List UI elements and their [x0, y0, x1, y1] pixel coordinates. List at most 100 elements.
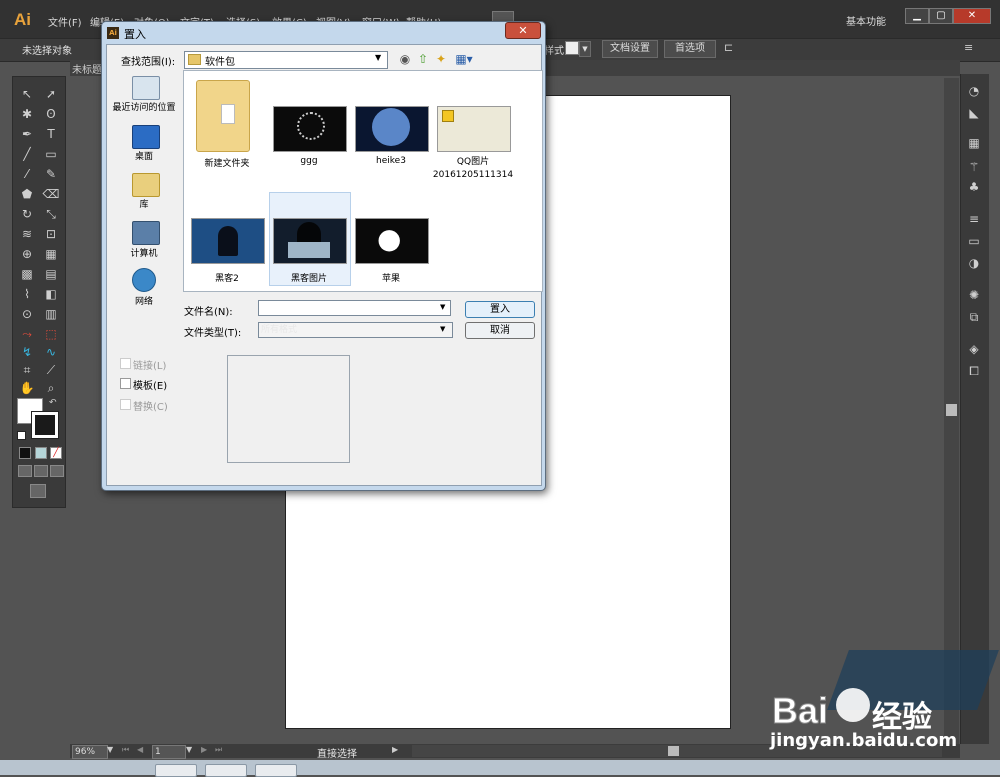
maximize-button[interactable]: ▢ [929, 8, 953, 24]
artboard-tool-icon[interactable]: ⌗ [18, 362, 36, 378]
type-tool-icon[interactable]: T [42, 126, 60, 142]
symbols-icon[interactable]: ♣ [965, 180, 983, 194]
knife-tool-icon[interactable]: ⟋ [42, 362, 60, 378]
color-panel-icon[interactable]: ◣ [965, 106, 983, 120]
color-guide-icon[interactable]: ◔ [965, 84, 983, 98]
taskbar-button[interactable] [155, 764, 197, 777]
slice-tool-icon[interactable]: ↯ [18, 344, 36, 360]
free-transform-tool-icon[interactable]: ⊡ [42, 226, 60, 242]
zoom-dropdown-icon[interactable]: ▼ [107, 745, 113, 754]
stroke-color-swatch[interactable] [31, 411, 59, 439]
vertical-scroll-thumb[interactable] [946, 404, 957, 416]
libraries-icon[interactable] [132, 173, 160, 197]
swap-colors-icon[interactable]: ↶ [49, 398, 57, 408]
eraser-tool-icon[interactable]: ⌫ [42, 186, 60, 202]
workspace-switcher[interactable]: 基本功能 [846, 13, 886, 28]
stroke-panel-icon[interactable]: ≡ [965, 212, 983, 226]
direct-selection-tool-icon[interactable]: ➚ [42, 86, 60, 102]
chevron-down-icon[interactable]: ▼ [375, 53, 381, 62]
shape-builder-tool-icon[interactable]: ⊕ [18, 246, 36, 262]
file-name-input[interactable] [258, 300, 451, 316]
perspective-grid-tool-icon[interactable]: ▦ [42, 246, 60, 262]
appearance-icon[interactable]: ✺ [965, 288, 983, 302]
file-item[interactable]: QQ图片 20161205111314 [430, 156, 516, 182]
mesh-tool-icon[interactable]: ▩ [18, 266, 36, 282]
close-button[interactable]: ✕ [953, 8, 991, 24]
taskbar-button[interactable] [205, 764, 247, 777]
new-folder-icon[interactable]: ✦ [434, 52, 448, 66]
blend-tool-icon[interactable]: ◧ [42, 286, 60, 302]
cancel-button[interactable]: 取消 [465, 322, 535, 339]
style-dropdown-icon[interactable]: ▼ [579, 41, 591, 57]
hand-tool-icon[interactable]: ✋ [18, 380, 36, 396]
draw-behind-icon[interactable] [34, 465, 48, 477]
place-desktop[interactable]: 桌面 [104, 149, 184, 162]
first-artboard-icon[interactable]: ⏮ [122, 745, 129, 755]
place-network[interactable]: 网络 [104, 294, 184, 307]
swatches-icon[interactable]: ▦ [965, 136, 983, 150]
next-artboard-icon[interactable]: ▶ [201, 745, 207, 754]
place-computer[interactable]: 计算机 [104, 246, 184, 259]
zoom-level-field[interactable]: 96% [72, 745, 108, 759]
chevron-down-icon[interactable]: ▼ [440, 303, 445, 311]
style-swatch[interactable] [565, 41, 579, 55]
column-graph-tool-icon[interactable]: ▥ [42, 306, 60, 322]
lasso-tool-icon[interactable]: ʘ [42, 106, 60, 122]
none-mode-icon[interactable]: ╱ [50, 447, 62, 459]
dialog-close-button[interactable]: ✕ [505, 22, 541, 39]
pen-tool-icon[interactable]: ✒ [18, 126, 36, 142]
selection-tool-icon[interactable]: ↖ [18, 86, 36, 102]
width-tool-icon[interactable]: ≋ [18, 226, 36, 242]
graphic-styles-icon[interactable]: ⧉ [965, 310, 983, 324]
place-libraries[interactable]: 库 [104, 197, 184, 210]
taskbar-button[interactable] [255, 764, 297, 777]
arrange-icon[interactable]: ⊏ [724, 41, 733, 54]
place-button[interactable]: 置入 [465, 301, 535, 318]
layers-icon[interactable]: ◈ [965, 342, 983, 356]
rotate-tool-icon[interactable]: ↻ [18, 206, 36, 222]
file-type-select[interactable]: 所有格式 [258, 322, 453, 338]
rectangle-tool-icon[interactable]: ▭ [42, 146, 60, 162]
file-item[interactable]: 新建文件夹 [184, 156, 270, 169]
live-paint-tool-icon[interactable]: ∿ [42, 344, 60, 360]
document-setup-button[interactable]: 文档设置 [602, 40, 658, 58]
file-item[interactable]: heike3 [348, 156, 434, 166]
link-checkbox[interactable] [120, 358, 131, 369]
brushes-icon[interactable]: ⚚ [965, 160, 983, 174]
computer-icon[interactable] [132, 221, 160, 245]
screen-mode-icon[interactable] [30, 484, 46, 498]
gradient-mode-icon[interactable] [35, 447, 47, 459]
place-recent[interactable]: 最近访问的位置 [104, 100, 184, 113]
status-text[interactable]: 直接选择 [317, 745, 357, 760]
chevron-down-icon[interactable]: ▼ [440, 325, 445, 333]
line-tool-icon[interactable]: ╱ [18, 146, 36, 162]
zoom-tool-icon[interactable]: ⌕ [42, 380, 60, 396]
view-menu-icon[interactable]: ▦▾ [454, 52, 474, 66]
file-item[interactable]: ggg [266, 156, 352, 166]
artboard-number-field[interactable]: 1 [152, 745, 186, 759]
file-item[interactable]: 苹果 [348, 271, 434, 284]
gradient-panel-icon[interactable]: ▭ [965, 234, 983, 248]
color-mode-icon[interactable] [19, 447, 31, 459]
pencil-tool-icon[interactable]: ✎ [42, 166, 60, 182]
transparency-icon[interactable]: ◑ [965, 256, 983, 270]
eyedropper-tool-icon[interactable]: ⌇ [18, 286, 36, 302]
file-item[interactable]: 黑客图片 [266, 271, 352, 284]
status-menu-icon[interactable]: ▶ [392, 745, 398, 754]
document-tab[interactable]: 未标题 [72, 61, 102, 76]
magic-wand-tool-icon[interactable]: ✱ [18, 106, 36, 122]
template-checkbox[interactable] [120, 378, 131, 389]
panel-menu-icon[interactable]: ≡ [964, 41, 973, 54]
artboards-icon[interactable]: ⧠ [965, 364, 983, 378]
network-icon[interactable] [132, 268, 156, 292]
desktop-icon[interactable] [132, 125, 160, 149]
draw-normal-icon[interactable] [18, 465, 32, 477]
graph-tool-icon[interactable]: ⬚ [42, 326, 60, 342]
symbol-sprayer-tool-icon[interactable]: ⊙ [18, 306, 36, 322]
last-artboard-icon[interactable]: ⏭ [215, 745, 222, 755]
draw-inside-icon[interactable] [50, 465, 64, 477]
blob-brush-tool-icon[interactable]: ⬟ [18, 186, 36, 202]
symbol-tool-icon[interactable]: ⤳ [18, 326, 36, 342]
file-item[interactable]: 黑客2 [184, 271, 270, 284]
horizontal-scroll-thumb[interactable] [668, 746, 679, 756]
